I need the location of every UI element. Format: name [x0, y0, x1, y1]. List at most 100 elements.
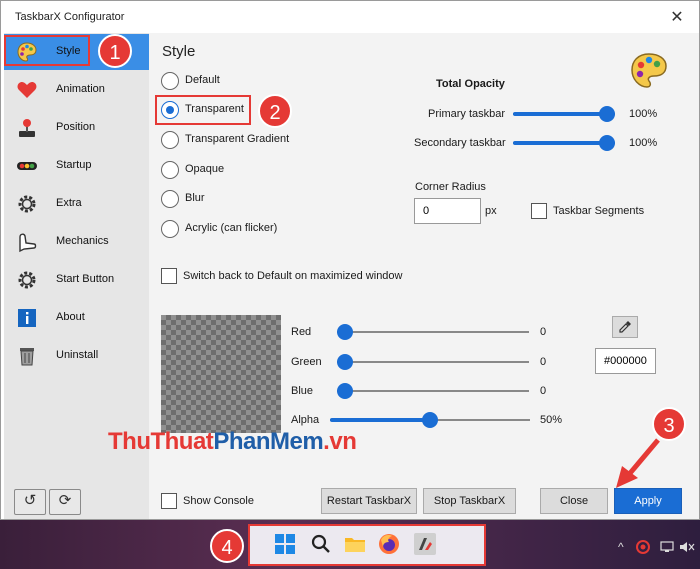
- sidebar-item-label: Mechanics: [56, 235, 109, 247]
- reset-button[interactable]: ↺: [14, 489, 46, 515]
- watermark: ThuThuatPhanMem.vn: [108, 428, 357, 456]
- radio-acrylic[interactable]: Acrylic (can flicker): [161, 220, 381, 240]
- firefox-icon[interactable]: [377, 532, 401, 556]
- color-preview: [161, 315, 281, 433]
- switch-back-checkbox[interactable]: [161, 268, 177, 284]
- secondary-taskbar-label: Secondary taskbar: [414, 137, 506, 149]
- watermark-part-b: PhanMem: [213, 428, 324, 455]
- radio-circle: [161, 161, 179, 179]
- slider-track: [337, 361, 529, 363]
- taskbar-segments-label: Taskbar Segments: [553, 205, 645, 217]
- recording-icon[interactable]: [636, 540, 650, 554]
- slider-thumb[interactable]: [337, 383, 353, 399]
- radio-label: Acrylic (can flicker): [185, 222, 278, 234]
- sidebar-item-label: Startup: [56, 159, 92, 171]
- red-value: 0: [540, 326, 547, 338]
- sidebar-item-about[interactable]: About: [4, 300, 149, 336]
- palette-icon: [631, 53, 667, 88]
- slider-thumb[interactable]: [422, 412, 438, 428]
- step-badge-2: 2: [258, 94, 292, 128]
- blue-slider[interactable]: [337, 382, 529, 400]
- sidebar-item-animation[interactable]: Animation: [4, 72, 149, 108]
- green-slider[interactable]: [337, 353, 529, 371]
- primary-opacity-slider[interactable]: [513, 105, 615, 123]
- title-bar: TaskbarX Configurator ✕: [1, 1, 699, 33]
- sidebar-item-position[interactable]: Position: [4, 110, 149, 146]
- slider-thumb[interactable]: [599, 135, 615, 151]
- blue-label: Blue: [291, 385, 314, 397]
- folder-icon[interactable]: [343, 532, 367, 556]
- close-window-button[interactable]: ✕: [667, 8, 687, 28]
- hex-color-input[interactable]: [595, 348, 656, 374]
- red-label: Red: [291, 326, 312, 338]
- sidebar-item-mechanics[interactable]: Mechanics: [4, 224, 149, 260]
- sidebar-item-startup[interactable]: Startup: [4, 148, 149, 184]
- slider-thumb[interactable]: [337, 354, 353, 370]
- slider-thumb[interactable]: [599, 106, 615, 122]
- sidebar-item-label: Uninstall: [56, 349, 99, 361]
- radio-circle: [161, 131, 179, 149]
- alpha-label: Alpha: [291, 414, 320, 426]
- watermark-part-a: ThuThuat: [108, 428, 214, 455]
- radio-opaque[interactable]: Opaque: [161, 161, 381, 181]
- corner-radius-label: Corner Radius: [415, 181, 486, 193]
- sidebar-item-start-button[interactable]: Start Button: [4, 262, 149, 298]
- gear-icon: [18, 195, 36, 213]
- radio-blur[interactable]: Blur: [161, 190, 381, 210]
- page-title: Style: [162, 43, 196, 60]
- taskbar-segments-checkbox[interactable]: [531, 203, 547, 219]
- trash-icon: [20, 348, 34, 366]
- search-icon[interactable]: [309, 532, 333, 556]
- highlight-box-style: [4, 35, 90, 66]
- volume-icon[interactable]: [679, 540, 695, 554]
- secondary-opacity-value: 100%: [629, 137, 658, 149]
- sidebar-item-label: Position: [56, 121, 96, 133]
- green-value: 0: [540, 356, 547, 368]
- apply-button[interactable]: Apply: [614, 488, 682, 514]
- restart-taskbarx-button[interactable]: Restart TaskbarX: [321, 488, 417, 514]
- radio-label: Blur: [185, 192, 205, 204]
- corner-radius-unit: px: [485, 205, 497, 217]
- sidebar-item-label: Extra: [56, 197, 82, 209]
- show-console-label: Show Console: [183, 495, 254, 507]
- radio-label: Opaque: [185, 163, 225, 175]
- show-console-checkbox[interactable]: [161, 493, 177, 509]
- sidebar-item-uninstall[interactable]: Uninstall: [4, 338, 149, 374]
- sidebar-item-label: Start Button: [56, 273, 115, 285]
- slider-fill: [330, 418, 430, 422]
- slider-track: [337, 331, 529, 333]
- eyedropper-button[interactable]: [612, 316, 638, 338]
- tray-chevron-icon[interactable]: ^: [618, 540, 624, 554]
- watermark-part-c: .vn: [323, 428, 357, 455]
- refresh-button[interactable]: ⟳: [49, 489, 81, 515]
- arm-icon: [19, 233, 37, 253]
- sidebar-item-extra[interactable]: Extra: [4, 186, 149, 222]
- close-button[interactable]: Close: [540, 488, 608, 514]
- taskbarx-app-icon[interactable]: [413, 532, 437, 556]
- red-slider[interactable]: [337, 323, 529, 341]
- windows-start-icon[interactable]: [273, 532, 297, 556]
- radio-transparent-gradient[interactable]: Transparent Gradient: [161, 131, 381, 151]
- opacity-title: Total Opacity: [436, 78, 505, 90]
- network-icon[interactable]: [660, 540, 674, 554]
- stop-taskbarx-button[interactable]: Stop TaskbarX: [423, 488, 516, 514]
- sidebar-item-label: Animation: [56, 83, 105, 95]
- step-badge-1: 1: [98, 34, 132, 68]
- corner-radius-input[interactable]: [414, 198, 481, 224]
- window-title: TaskbarX Configurator: [15, 11, 125, 23]
- secondary-opacity-slider[interactable]: [513, 134, 615, 152]
- switch-back-label: Switch back to Default on maximized wind…: [183, 270, 403, 282]
- radio-default[interactable]: Default: [161, 72, 381, 92]
- blue-value: 0: [540, 385, 547, 397]
- alpha-value: 50%: [540, 414, 563, 426]
- joystick-icon: [19, 119, 35, 137]
- primary-opacity-value: 100%: [629, 108, 658, 120]
- arrow-icon: [616, 438, 660, 488]
- alpha-slider[interactable]: [330, 411, 530, 429]
- slider-thumb[interactable]: [337, 324, 353, 340]
- step-badge-4: 4: [210, 529, 244, 563]
- eyedropper-icon: [619, 321, 631, 333]
- radio-label: Transparent Gradient: [185, 133, 290, 145]
- highlight-box-transparent: [155, 95, 251, 125]
- primary-taskbar-label: Primary taskbar: [428, 108, 506, 120]
